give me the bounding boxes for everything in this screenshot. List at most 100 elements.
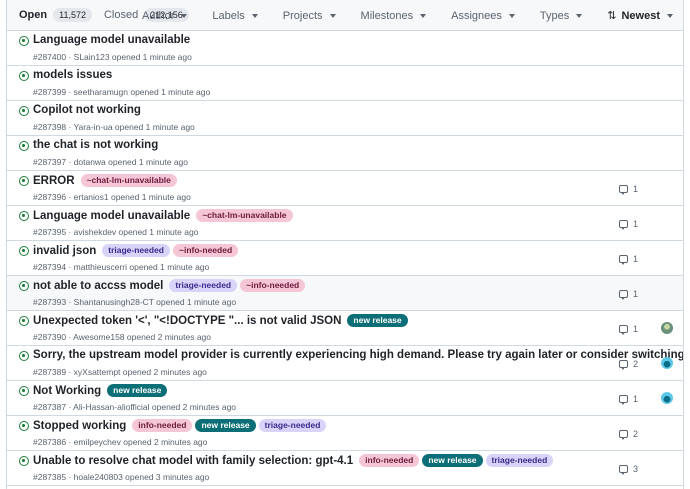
comment-icon <box>619 360 628 370</box>
chevron-down-icon <box>508 13 515 18</box>
comment-count[interactable]: 1 <box>619 254 639 265</box>
issue-open-icon <box>19 36 29 46</box>
issue-title-link[interactable]: Sorry, the upstream model provider is cu… <box>33 349 683 361</box>
issue-label[interactable]: ~info-needed <box>173 244 239 257</box>
open-label: Open <box>19 9 48 21</box>
issue-row[interactable]: Language model unavailable #287400 · SLai… <box>7 31 683 66</box>
filter-milestones-label: Milestones <box>360 9 414 22</box>
issue-open-icon <box>19 421 29 431</box>
issue-title-link[interactable]: the chat is not working <box>33 139 158 151</box>
issue-title-link[interactable]: Language model unavailable <box>33 210 190 222</box>
issue-meta: #287396 · ertanios1 opened 1 minute ago <box>33 192 191 202</box>
issue-title-line: the chat is not working <box>33 139 161 151</box>
issue-title-link[interactable]: models issues <box>33 69 112 81</box>
issue-meta: #287390 · Awesome158 opened 2 minutes ag… <box>33 332 212 342</box>
issue-label[interactable]: new release <box>195 419 256 432</box>
issue-meta: #287399 · seetharamugn opened 1 minute a… <box>33 87 211 97</box>
issue-meta: #287387 · Ali-Hassan-aliofficial opened … <box>33 402 237 412</box>
issue-open-icon <box>19 281 29 291</box>
issue-title-link[interactable]: Unable to resolve chat model with family… <box>33 455 353 467</box>
issue-meta: #287393 · Shantanusingh28-CT opened 1 mi… <box>33 297 237 307</box>
issue-label[interactable]: triage-needed <box>485 454 554 467</box>
issue-label[interactable]: new release <box>347 314 408 327</box>
issue-title-link[interactable]: not able to accss model <box>33 280 163 292</box>
sort-newest-button[interactable]: ⇅ Newest <box>607 9 673 22</box>
issue-open-icon <box>19 316 29 326</box>
filter-types-label: Types <box>539 9 570 22</box>
assignee-avatar[interactable] <box>661 322 673 334</box>
chevron-down-icon <box>181 13 188 18</box>
issue-title-link[interactable]: invalid json <box>33 245 96 257</box>
issue-label[interactable]: triage-needed <box>102 244 171 257</box>
issue-row[interactable]: the chat is not working #287397 · dotanwa… <box>7 136 683 171</box>
comment-count[interactable]: 1 <box>619 394 638 405</box>
issue-row[interactable]: Stopped working info-needed new release tri… <box>7 416 683 451</box>
issue-label[interactable]: ~chat-lm-unavailable <box>196 209 293 222</box>
issue-row[interactable]: not able to accss model triage-needed ~inf… <box>7 276 683 311</box>
issue-label[interactable]: ~chat-lm-unavailable <box>80 174 177 187</box>
chevron-down-icon <box>251 13 258 18</box>
issue-meta: #287386 · emilpeychev opened 2 minutes a… <box>33 437 208 447</box>
sort-label: Newest <box>621 9 660 22</box>
comment-count[interactable]: 2 <box>619 429 639 440</box>
filter-author[interactable]: Author <box>142 10 188 22</box>
issue-meta: #287385 · hoale240803 opened 3 minutes a… <box>33 472 210 482</box>
issues-list: Language model unavailable #287400 · SLai… <box>7 31 683 486</box>
comment-count-value: 1 <box>633 254 639 264</box>
issue-title-link[interactable]: ERROR <box>33 175 75 187</box>
comment-count[interactable]: 2 <box>619 359 639 370</box>
comment-count-value: 2 <box>633 429 639 439</box>
issue-title-line: Language model unavailable <box>33 34 193 46</box>
filter-milestones[interactable]: Milestones <box>361 10 427 22</box>
issue-title-line: Not Working new release <box>33 384 168 397</box>
issue-row[interactable]: Unable to resolve chat model with family… <box>7 451 683 486</box>
comment-count[interactable]: 3 <box>619 464 639 475</box>
filter-projects[interactable]: Projects <box>283 10 336 22</box>
comment-count-value: 1 <box>633 219 639 229</box>
filter-assignees[interactable]: Assignees <box>451 10 515 22</box>
issue-label[interactable]: info-needed <box>132 419 193 432</box>
chevron-down-icon <box>420 13 427 18</box>
comment-icon <box>619 395 628 405</box>
chevron-down-icon <box>329 13 336 18</box>
assignee-avatar[interactable] <box>661 357 673 369</box>
assignee-avatar[interactable] <box>661 392 673 404</box>
comment-icon <box>619 290 628 300</box>
issue-row[interactable]: Sorry, the upstream model provider is cu… <box>7 346 683 381</box>
issue-title-link[interactable]: Unexpected token '<', "<!DOCTYPE "... is… <box>33 315 341 327</box>
issue-label[interactable]: new release <box>107 384 168 397</box>
issue-row[interactable]: Language model unavailable ~chat-lm-unava… <box>7 206 683 241</box>
comment-count[interactable]: 1 <box>619 289 639 300</box>
comment-count-value: 1 <box>633 184 639 194</box>
comment-count[interactable]: 1 <box>619 184 639 195</box>
issue-row[interactable]: Copilot not working #287398 · Yara-in-ua … <box>7 101 683 136</box>
issue-open-icon <box>19 106 29 116</box>
issue-label[interactable]: ~info-needed <box>240 279 306 292</box>
issues-header: Open 11,572 Closed 212,156 Author Labels… <box>7 0 683 31</box>
filter-labels-label: Labels <box>212 9 245 22</box>
issue-row[interactable]: Unexpected token '<', "<!DOCTYPE "... is… <box>7 311 683 346</box>
issue-row[interactable]: models issues #287399 · seetharamugn open… <box>7 66 683 101</box>
issue-label[interactable]: info-needed <box>359 454 420 467</box>
issue-open-icon <box>19 246 29 256</box>
issue-row[interactable]: Not Working new release #287387 · Ali-Hass… <box>7 381 683 416</box>
open-issues-tab[interactable]: Open 11,572 <box>19 8 92 22</box>
issue-title-link[interactable]: Stopped working <box>33 420 126 432</box>
comment-count[interactable]: 1 <box>619 324 638 335</box>
issue-label[interactable]: triage-needed <box>169 279 238 292</box>
comment-count-value: 3 <box>633 464 639 474</box>
filter-labels[interactable]: Labels <box>212 9 258 22</box>
issue-title-link[interactable]: Language model unavailable <box>33 34 190 46</box>
comment-count[interactable]: 1 <box>619 219 639 230</box>
issue-label[interactable]: new release <box>422 454 483 467</box>
filter-types[interactable]: Types <box>539 9 583 22</box>
issue-label[interactable]: triage-needed <box>258 419 327 432</box>
issue-title-line: Stopped working info-needed new release tri… <box>33 419 327 432</box>
issue-title-link[interactable]: Copilot not working <box>33 104 141 116</box>
comment-count-value: 1 <box>633 289 639 299</box>
chevron-down-icon <box>667 13 673 18</box>
issue-row[interactable]: invalid json triage-needed ~info-needed #28… <box>7 241 683 276</box>
issue-row[interactable]: ERROR ~chat-lm-unavailable #287396 · ertan… <box>7 171 683 206</box>
issue-title-link[interactable]: Not Working <box>33 385 101 397</box>
comment-count-value: 2 <box>633 359 639 369</box>
